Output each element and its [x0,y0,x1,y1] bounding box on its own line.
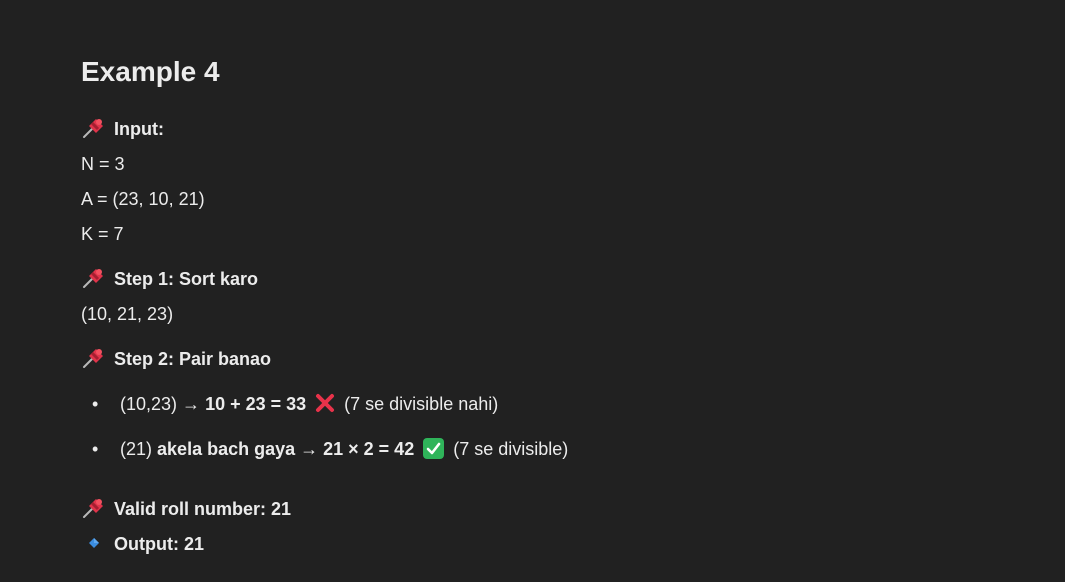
cross-mark-icon [314,392,336,414]
step1-label: Step 1: Sort karo [114,269,259,289]
blue-diamond-icon [81,534,105,552]
step1-heading: Step 1: Sort karo [81,267,258,291]
output-heading: Output: 21 [81,532,204,556]
note-text: (7 se divisible nahi) [344,394,499,414]
input-line-k: K = 7 [81,224,124,244]
input-label: Input: [114,119,164,139]
bullet-dot: • [92,394,99,414]
pushpin-icon [81,347,105,369]
pair-text: (10,23) → [120,394,201,414]
list-item: (21) akela bach gaya → 21 × 2 = 42 (7 se… [120,437,568,461]
step1-result: (10, 21, 23) [81,304,174,324]
input-heading: Input: [81,117,164,141]
calc-text: akela bach gaya → 21 × 2 = 42 [157,439,415,459]
bullet-dot: • [92,439,99,459]
input-line-n: N = 3 [81,154,125,174]
valid-heading: Valid roll number: 21 [81,497,291,521]
calc-text: 10 + 23 = 33 [205,394,307,414]
pushpin-icon [81,497,105,519]
pushpin-icon [81,267,105,289]
check-mark-icon [423,438,445,459]
pair-text: (21) [120,439,153,459]
step2-label: Step 2: Pair banao [114,349,272,369]
output-label: Output: 21 [114,534,204,554]
pushpin-icon [81,117,105,139]
note-text: (7 se divisible) [453,439,569,459]
valid-label: Valid roll number: 21 [114,499,292,519]
step2-heading: Step 2: Pair banao [81,347,271,371]
input-line-a: A = (23, 10, 21) [81,189,205,209]
page-title: Example 4 [81,56,220,87]
list-item: (10,23) → 10 + 23 = 33 (7 se divisible n… [120,392,498,416]
